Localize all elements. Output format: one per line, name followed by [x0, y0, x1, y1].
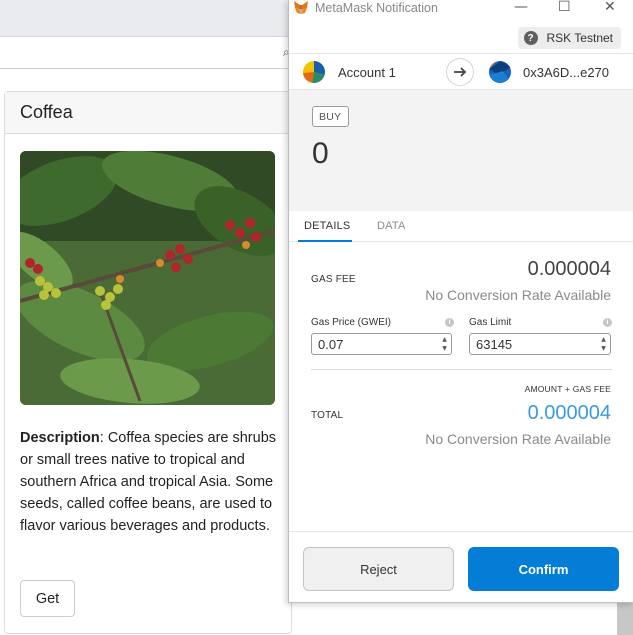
action-badge: BUY	[312, 106, 349, 127]
popup-title: MetaMask Notification	[315, 1, 438, 15]
gas-price-label: Gas Price (GWEI)	[311, 317, 392, 328]
total-heading: AMOUNT + GAS FEE	[524, 384, 611, 394]
gas-limit-stepper[interactable]: ▲ ▼	[598, 335, 609, 353]
total-label: TOTAL	[311, 410, 344, 421]
transaction-summary: BUY 0	[289, 90, 633, 211]
gas-price-input[interactable]: 0.07 ▲ ▼	[311, 333, 452, 355]
gas-fee-conversion: No Conversion Rate Available	[425, 287, 611, 303]
tab-data[interactable]: DATA	[377, 220, 406, 232]
close-button[interactable]: ✕	[604, 0, 616, 15]
confirm-button[interactable]: Confirm	[468, 547, 619, 591]
details-divider	[311, 369, 612, 370]
screen: ⌕ Coffea Description: Coffea species are…	[0, 0, 633, 635]
gas-price-stepper[interactable]: ▲ ▼	[439, 335, 450, 353]
tab-details[interactable]: DETAILS	[304, 220, 350, 232]
total-conversion: No Conversion Rate Available	[425, 431, 611, 447]
gas-limit-value: 63145	[476, 337, 513, 352]
page-scrollbar[interactable]	[617, 600, 633, 635]
metamask-popup: MetaMask Notification — ☐ ✕ ? RSK Testne…	[288, 0, 633, 603]
gas-fee-value: 0.000004	[527, 258, 611, 280]
description-label: Description	[20, 430, 100, 446]
arrow-right-icon	[446, 58, 474, 86]
coffee-plant-image	[20, 151, 275, 405]
maximize-button[interactable]: ☐	[558, 0, 571, 15]
popup-footer: Reject Confirm	[289, 531, 633, 602]
from-account-identicon	[303, 61, 325, 83]
network-selector[interactable]: ? RSK Testnet	[517, 27, 621, 49]
metamask-fox-icon	[294, 1, 308, 14]
to-address-identicon	[489, 61, 511, 83]
network-label: RSK Testnet	[546, 31, 613, 45]
gas-price-info-icon[interactable]: i	[445, 318, 454, 327]
card-title: Coffea	[5, 92, 291, 134]
gas-limit-label: Gas Limit	[469, 317, 512, 328]
popup-titlebar: MetaMask Notification — ☐ ✕	[289, 0, 633, 18]
total-value: 0.000004	[527, 402, 611, 424]
help-icon: ?	[523, 31, 538, 45]
account-row: Account 1 0x3A6D...e270	[289, 54, 633, 90]
from-account-name: Account 1	[338, 65, 396, 80]
gas-price-value: 0.07	[318, 337, 344, 352]
gas-limit-input[interactable]: 63145 ▲ ▼	[469, 333, 611, 355]
card-description: Description: Coffea species are shrubs o…	[20, 427, 278, 537]
reject-button[interactable]: Reject	[303, 547, 454, 591]
gas-limit-info-icon[interactable]: i	[603, 318, 612, 327]
network-bar: ? RSK Testnet	[289, 18, 633, 54]
get-button[interactable]: Get	[20, 580, 75, 617]
details-tabs: DETAILS DATA	[289, 211, 633, 242]
gas-fee-label: GAS FEE	[311, 274, 356, 285]
transaction-amount: 0	[312, 137, 329, 170]
minimize-button[interactable]: —	[514, 0, 528, 15]
transaction-details: GAS FEE 0.000004 No Conversion Rate Avai…	[289, 242, 633, 530]
product-card: Coffea Description: Coffea species are s…	[4, 91, 292, 634]
to-address: 0x3A6D...e270	[523, 65, 610, 80]
